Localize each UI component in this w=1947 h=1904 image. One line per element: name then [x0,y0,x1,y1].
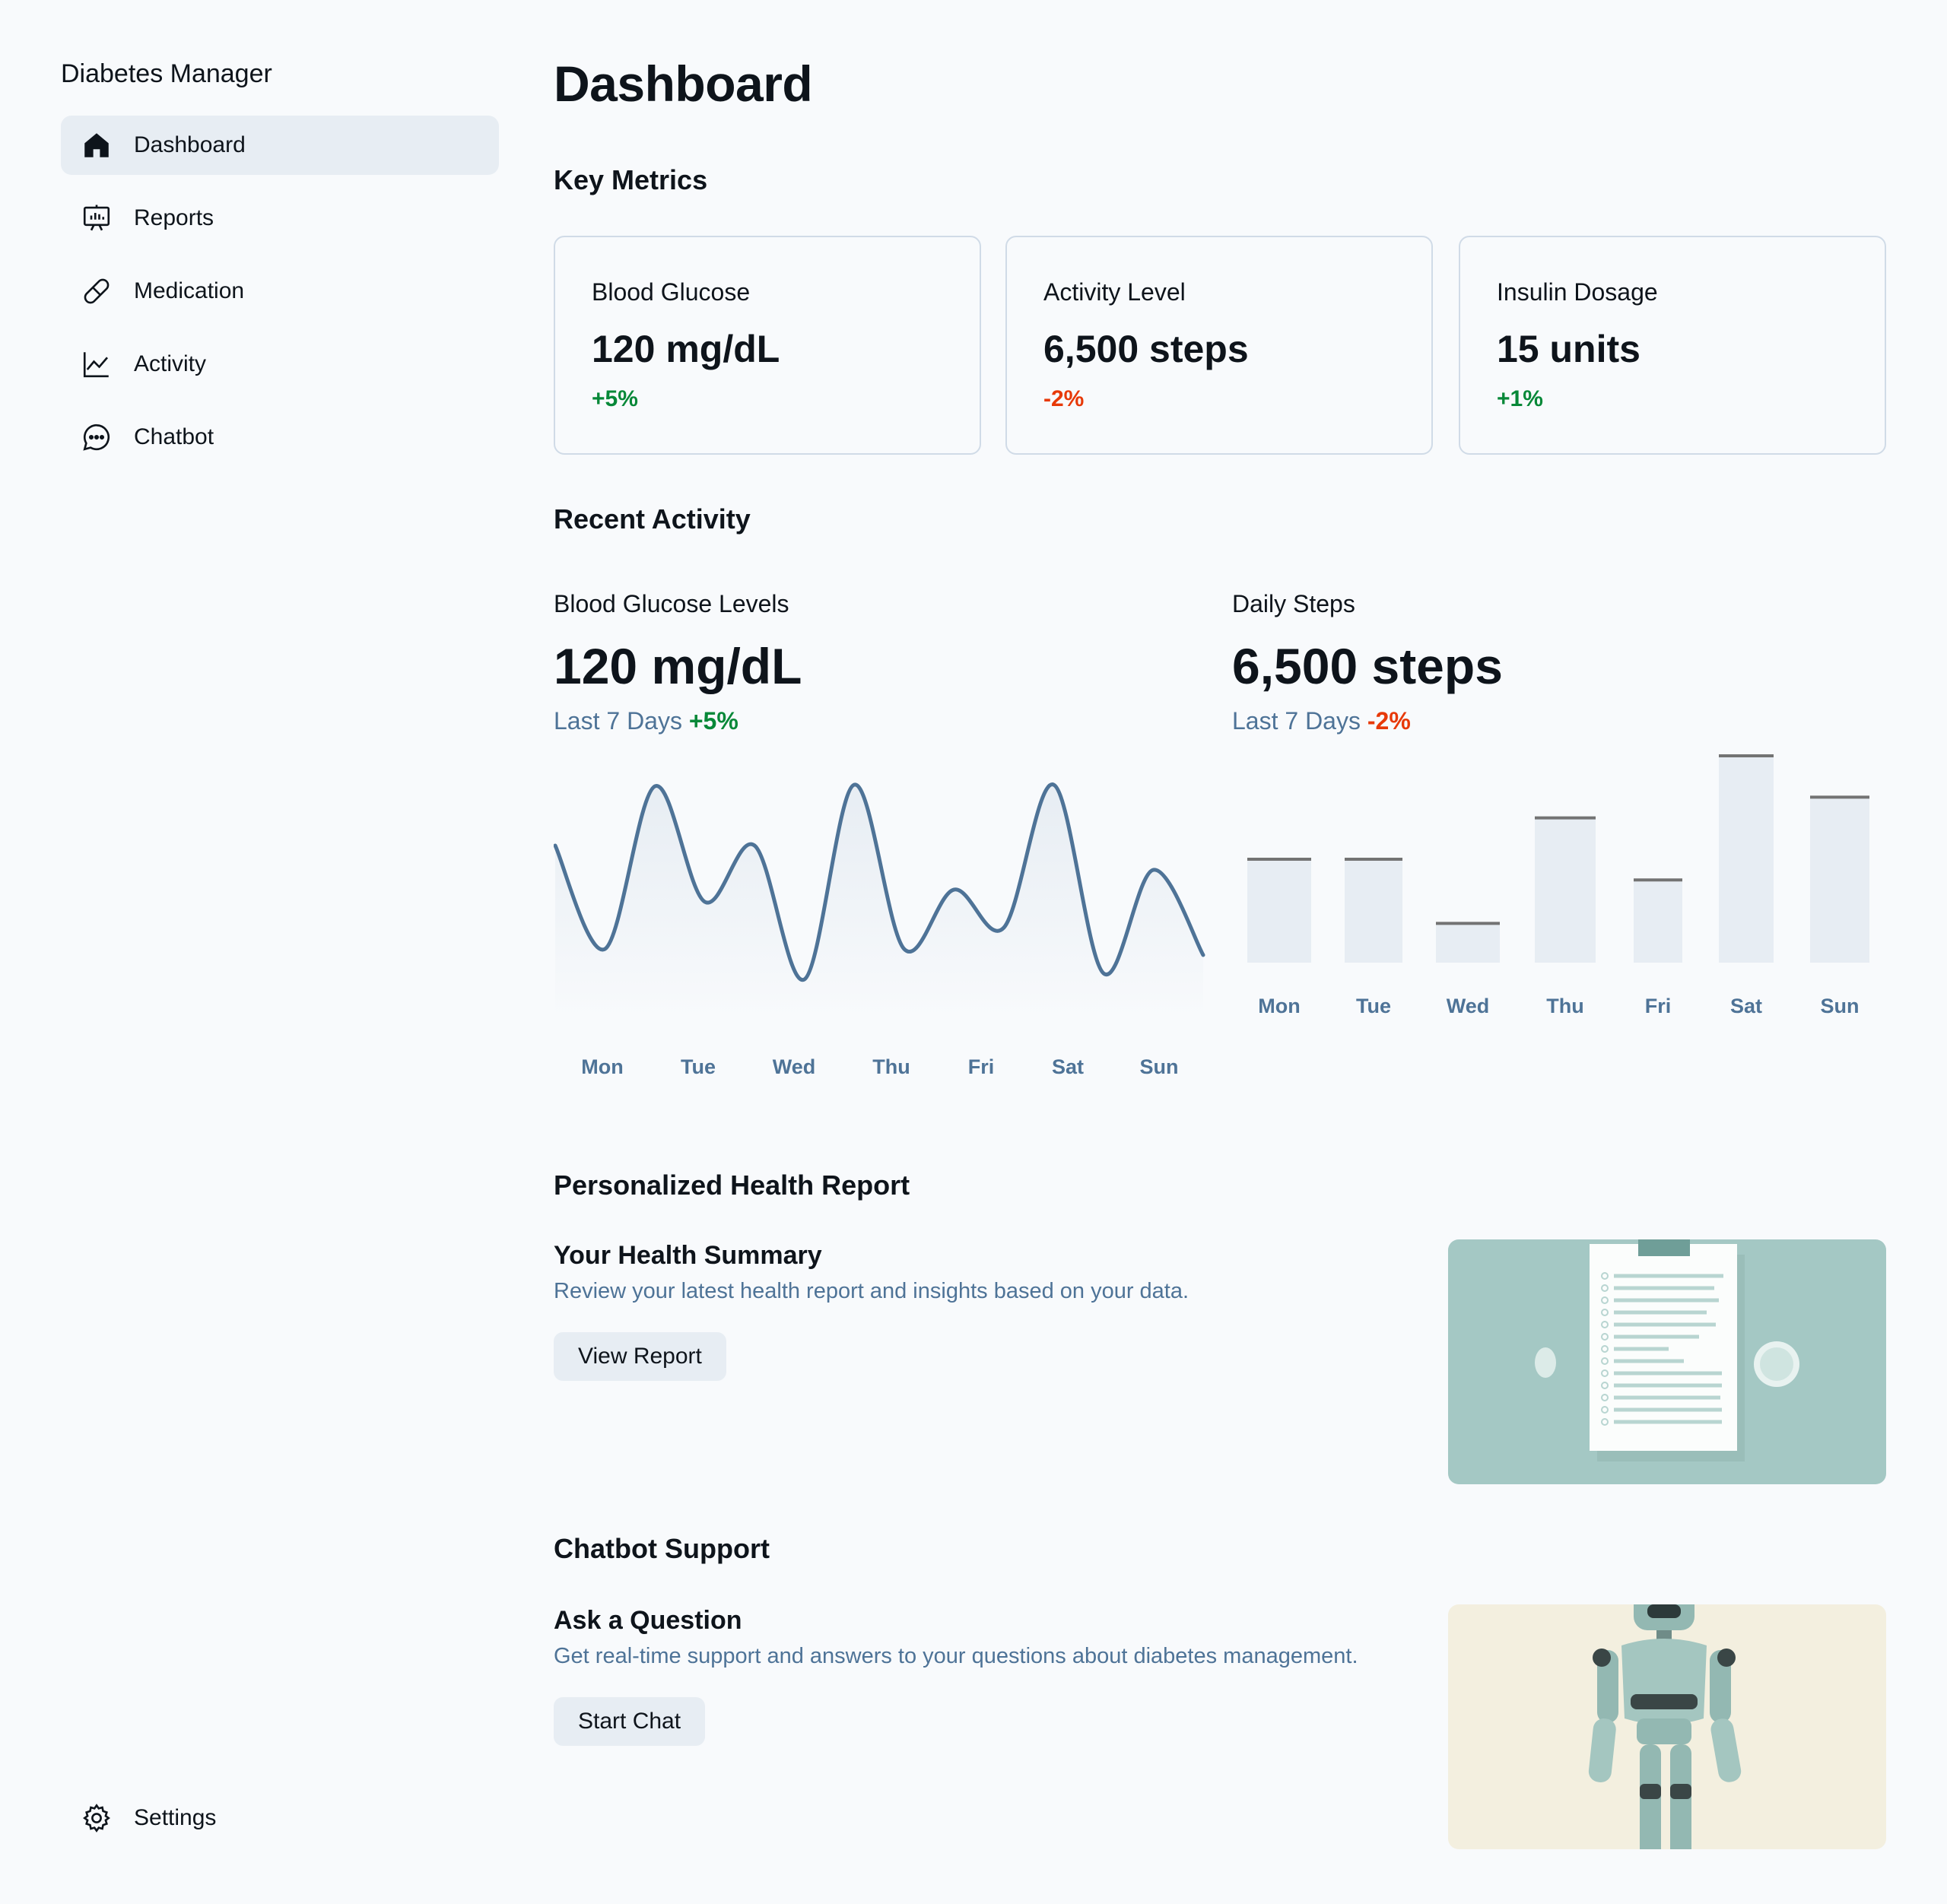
metric-label: Insulin Dosage [1497,278,1658,306]
page-title: Dashboard [554,56,813,112]
start-chat-button[interactable]: Start Chat [554,1697,706,1746]
x-tick-label: Fri [968,1055,995,1078]
chart-value: 6,500 steps [1232,638,1503,694]
sidebar-item-chatbot[interactable]: Chatbot [61,408,499,467]
chart-change: -2% [1367,707,1411,735]
x-tick-label: Mon [581,1055,623,1078]
x-tick-label: Sun [1821,995,1860,1017]
bar [1719,756,1774,963]
x-tick-label: Sat [1052,1055,1084,1078]
metric-card-blood-glucose: Blood Glucose 120 mg/dL +5% [554,236,981,455]
glucose-area [555,784,1203,1019]
chat-bubble-icon [81,421,113,453]
bar [1535,817,1596,963]
x-tick-label: Wed [773,1055,816,1078]
pill-icon [81,275,113,307]
metric-value: 120 mg/dL [592,328,780,370]
metric-label: Blood Glucose [592,278,751,306]
sidebar-nav: Dashboard Reports Medication Activity Ch… [61,116,499,481]
settings-area: Settings [61,1788,499,1861]
line-chart-icon [81,348,113,380]
clipboard-report-image [1535,1239,1799,1461]
x-tick-label: Thu [872,1055,910,1078]
robot-image [1588,1604,1742,1849]
home-icon [81,129,113,161]
sidebar-item-label: Medication [134,278,245,303]
steps-bar-chart: Mon Tue Wed Thu Fri Sat Sun [1247,754,1869,1017]
chart-period: Last 7 Days [1232,707,1361,735]
key-metrics-heading: Key Metrics [554,164,708,195]
chart-label: Blood Glucose Levels [554,590,789,617]
settings-label: Settings [134,1805,217,1830]
bar [1634,880,1682,963]
sidebar-item-dashboard[interactable]: Dashboard [61,116,499,175]
view-report-button[interactable]: View Report [554,1332,726,1381]
metric-value: 6,500 steps [1043,328,1249,370]
chatbot-illustration [1448,1604,1886,1849]
x-tick-label: Thu [1546,995,1583,1017]
metric-change: -2% [1043,386,1085,411]
x-tick-label: Sun [1140,1055,1179,1078]
app-title: Diabetes Manager [61,59,272,88]
health-summary-title: Your Health Summary [554,1241,822,1270]
sidebar-item-label: Activity [134,351,207,376]
metric-change: +1% [1497,386,1543,411]
app-window: Diabetes Manager Dashboard Reports Medic… [0,0,1947,1904]
chart-subtitle: Last 7 Days +5% [554,707,738,735]
ask-question-title: Ask a Question [554,1606,742,1635]
sidebar-item-medication[interactable]: Medication [61,262,499,321]
x-tick-label: Tue [681,1055,716,1078]
x-tick-label: Fri [1645,995,1672,1017]
chart-period: Last 7 Days [554,707,682,735]
sidebar-item-settings[interactable]: Settings [61,1788,499,1848]
chart-subtitle: Last 7 Days -2% [1232,707,1411,735]
sidebar-item-activity[interactable]: Activity [61,335,499,394]
ask-question-description: Get real-time support and answers to you… [554,1644,1358,1668]
sidebar-item-label: Reports [134,205,214,230]
chart-value: 120 mg/dL [554,638,802,694]
metric-card-activity-level: Activity Level 6,500 steps -2% [1005,236,1433,455]
glucose-line-chart: Mon Tue Wed Thu Fri Sat Sun [554,782,1205,1078]
bar [1247,859,1311,963]
metric-change: +5% [592,386,638,411]
metric-value: 15 units [1497,328,1640,370]
sidebar-item-reports[interactable]: Reports [61,189,499,248]
chart-label: Daily Steps [1232,590,1355,617]
metric-label: Activity Level [1043,278,1186,306]
chatbot-heading: Chatbot Support [554,1533,770,1564]
health-summary-description: Review your latest health report and ins… [554,1279,1189,1303]
gear-icon [81,1802,113,1834]
recent-activity-heading: Recent Activity [554,503,751,535]
presentation-chart-icon [81,202,113,234]
x-tick-label: Tue [1356,995,1391,1017]
sidebar-item-label: Chatbot [134,424,214,449]
health-report-heading: Personalized Health Report [554,1169,910,1201]
sidebar: Diabetes Manager Dashboard Reports Medic… [61,0,499,1904]
x-tick-label: Wed [1447,995,1490,1017]
sidebar-item-label: Dashboard [134,132,246,157]
bar [1436,923,1500,963]
health-report-illustration [1448,1239,1886,1484]
x-tick-label: Mon [1258,995,1300,1017]
x-tick-label: Sat [1730,995,1762,1017]
bar [1810,797,1869,963]
bar [1345,859,1402,963]
chart-change: +5% [688,707,738,735]
metric-card-insulin-dosage: Insulin Dosage 15 units +1% [1459,236,1886,455]
